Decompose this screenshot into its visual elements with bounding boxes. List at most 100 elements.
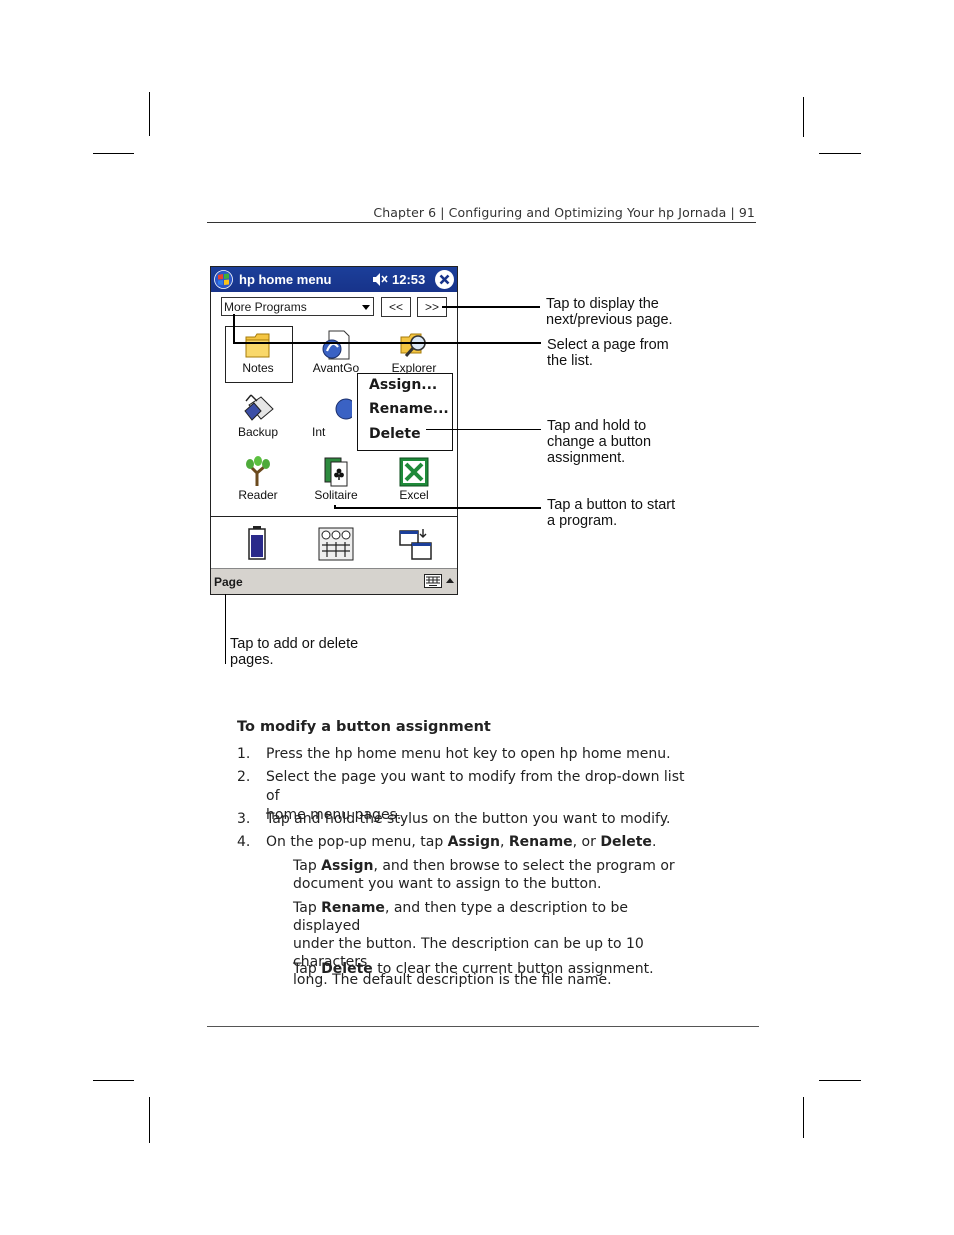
- app-label: Notes: [242, 361, 274, 375]
- app-button-explorer[interactable]: Explorer: [379, 329, 449, 375]
- dropdown-value: More Programs: [224, 300, 307, 314]
- title-bar: hp home menu 12:53: [211, 267, 457, 292]
- callout-line: Tap to add or delete: [230, 636, 359, 652]
- app-label: Solitaire: [314, 488, 358, 502]
- app-button-solitaire[interactable]: Solitaire: [301, 456, 371, 502]
- menu-bar: Page: [211, 568, 457, 594]
- text-run: document you want to assign to the butto…: [293, 876, 602, 892]
- text-run: Tap: [293, 900, 322, 916]
- notes-folder-icon: [245, 333, 270, 358]
- close-icon: [439, 274, 450, 285]
- callout-line-start-h: [334, 507, 541, 509]
- callout-line: the list.: [547, 353, 593, 369]
- crop-mark: [819, 1080, 861, 1081]
- device-screen: hp home menu 12:53 More Programs << >> N…: [210, 266, 458, 595]
- callout-select: Select a page from the list.: [547, 337, 707, 369]
- app-label: Excel: [399, 488, 429, 502]
- settings-panel-icon[interactable]: [318, 527, 354, 561]
- text-run: , or: [572, 834, 601, 850]
- callout-line-hold: [426, 429, 541, 430]
- page-dropdown[interactable]: More Programs: [221, 297, 374, 316]
- menu-item-delete[interactable]: Delete: [369, 426, 421, 442]
- callout-line-select-h: [233, 342, 541, 344]
- internet-explorer-icon: [335, 398, 352, 420]
- callout-line: Tap a button to start: [547, 497, 676, 513]
- step-text: On the pop-up menu, tap Assign, Rename, …: [266, 833, 696, 852]
- switch-window-icon[interactable]: [399, 527, 433, 561]
- crop-mark: [803, 1097, 804, 1138]
- text-run: ,: [499, 834, 509, 850]
- close-button[interactable]: [435, 270, 454, 289]
- battery-icon[interactable]: [247, 525, 267, 561]
- text-run: to clear the current button assignment.: [372, 961, 654, 977]
- callout-start: Tap a button to start a program.: [547, 497, 707, 529]
- callout-pages: Tap to add or delete pages.: [230, 636, 390, 668]
- step-text-line: Select the page you want to modify from …: [266, 769, 685, 804]
- crop-mark: [93, 153, 134, 154]
- explorer-icon: [400, 333, 426, 357]
- app-button-excel[interactable]: Excel: [379, 456, 449, 502]
- chevron-up-icon[interactable]: [445, 574, 455, 588]
- callout-line-nav: [442, 306, 540, 308]
- app-button-backup[interactable]: Backup: [223, 393, 293, 439]
- reader-icon: [246, 456, 270, 486]
- bold-term: Assign: [321, 858, 374, 874]
- bold-term: Delete: [600, 834, 652, 850]
- callout-line: pages.: [230, 652, 274, 668]
- bold-term: Rename: [321, 900, 385, 916]
- bold-term: Assign: [447, 834, 500, 850]
- crop-mark: [149, 92, 150, 136]
- app-button-avantgo[interactable]: AvantGo: [301, 329, 371, 375]
- text-run: .: [651, 834, 657, 850]
- procedure-title: To modify a button assignment: [237, 719, 491, 735]
- callout-hold: Tap and hold to change a button assignme…: [547, 418, 707, 466]
- callout-nav: Tap to display the next/previous page.: [546, 296, 706, 328]
- bold-term: Delete: [321, 961, 373, 977]
- step-number: 1.: [237, 746, 251, 762]
- page-menu[interactable]: Page: [214, 575, 243, 589]
- text-run: , and then browse to select the program …: [373, 858, 675, 874]
- detail-delete: Tap Delete to clear the current button a…: [293, 960, 693, 978]
- avantgo-icon: [322, 330, 350, 360]
- text-run: On the pop-up menu, tap: [266, 834, 448, 850]
- footer-rule: [207, 1026, 759, 1027]
- app-label: Reader: [238, 488, 278, 502]
- step-text: Press the hp home menu hot key to open h…: [266, 746, 671, 762]
- speaker-icon[interactable]: [371, 271, 389, 288]
- divider: [211, 516, 457, 517]
- menu-item-rename[interactable]: Rename...: [369, 401, 449, 417]
- backup-icon: [244, 394, 274, 421]
- callout-line: Tap to display the: [546, 296, 659, 312]
- crop-mark: [803, 97, 804, 137]
- detail-assign: Tap Assign, and then browse to select th…: [293, 857, 693, 893]
- context-popup-menu: Assign... Rename... Delete: [357, 373, 453, 451]
- app-label: Backup: [237, 425, 279, 439]
- keyboard-icon[interactable]: [424, 574, 442, 588]
- menu-item-assign[interactable]: Assign...: [369, 377, 437, 393]
- text-run: Tap: [293, 961, 322, 977]
- list-item: 2. Select the page you want to modify fr…: [237, 768, 697, 823]
- header-rule: [207, 222, 756, 223]
- prev-page-button[interactable]: <<: [381, 297, 411, 317]
- callout-line: Select a page from: [547, 337, 669, 353]
- step-number: 4.: [237, 834, 251, 850]
- crop-mark: [149, 1097, 150, 1143]
- clock[interactable]: 12:53: [392, 272, 425, 287]
- crop-mark: [819, 153, 861, 154]
- callout-line: Tap and hold to: [547, 418, 647, 434]
- step-text: Tap and hold the stylus on the button yo…: [266, 811, 671, 827]
- list-item: 4. On the pop-up menu, tap Assign, Renam…: [237, 833, 697, 852]
- app-title: hp home menu: [239, 272, 332, 287]
- solitaire-icon: [324, 457, 348, 487]
- text-run: Tap: [293, 858, 322, 874]
- windows-flag-icon[interactable]: [214, 270, 233, 289]
- callout-line: a program.: [547, 513, 618, 529]
- callout-line: assignment.: [547, 450, 626, 466]
- callout-line: next/previous page.: [546, 312, 673, 328]
- list-item: 3. Tap and hold the stylus on the button…: [237, 810, 697, 829]
- step-number: 2.: [237, 769, 251, 785]
- callout-line-select-v: [233, 314, 235, 343]
- callout-line-pages: [225, 594, 226, 664]
- excel-icon: [399, 457, 429, 487]
- app-button-reader[interactable]: Reader: [223, 456, 293, 502]
